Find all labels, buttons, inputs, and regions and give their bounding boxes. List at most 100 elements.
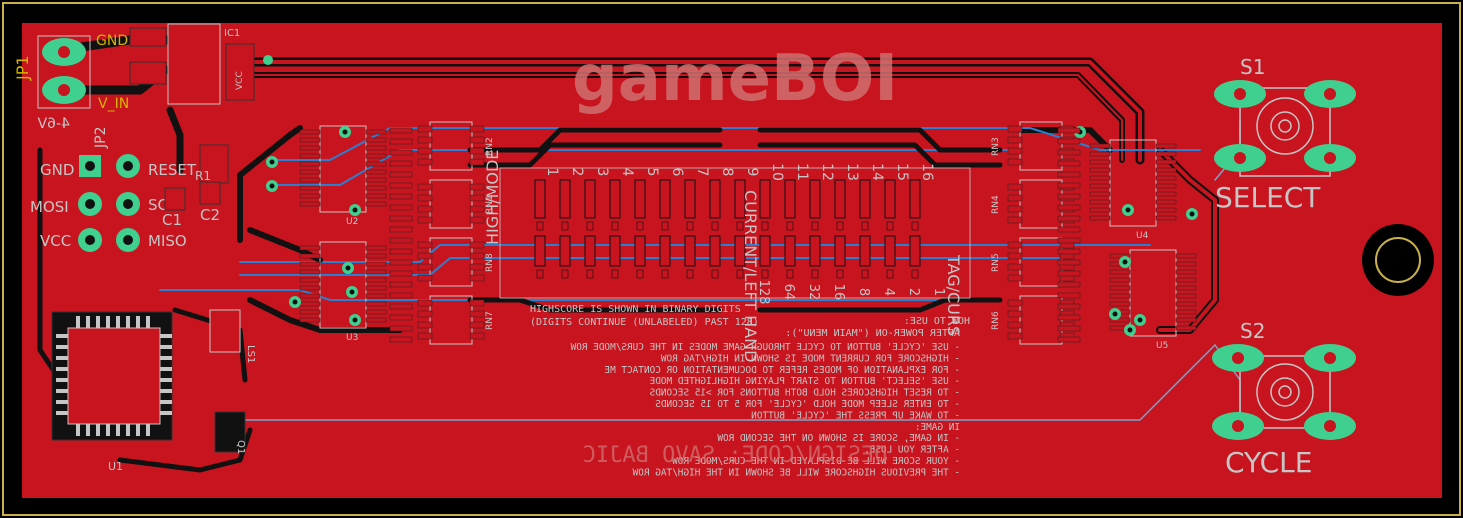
header-pin xyxy=(389,171,413,178)
c1-label: C1 xyxy=(162,211,182,229)
via-hole xyxy=(345,265,351,271)
instruction-line: - USE 'CYCLE' BUTTON TO CYCLE THROUGH GA… xyxy=(570,342,960,353)
header-pin xyxy=(389,226,413,233)
cycle-label: CYCLE xyxy=(1225,446,1312,479)
isp-pad xyxy=(116,192,140,216)
header-pin xyxy=(389,160,413,167)
matrix-bottom-digit: 8 xyxy=(856,288,871,296)
rn-ref-label: RN3 xyxy=(991,137,1001,156)
mcu-pin xyxy=(146,424,150,436)
header-pin xyxy=(1057,204,1081,211)
header-pin xyxy=(1057,259,1081,266)
mcu-pin xyxy=(106,424,110,436)
isp-pad xyxy=(78,192,102,216)
mcu-pin xyxy=(160,356,172,360)
header-pin xyxy=(389,303,413,310)
mounting-hole xyxy=(1362,224,1434,296)
isp-label-vcc: VCC xyxy=(40,232,71,250)
header-pin xyxy=(389,237,413,244)
header-pin xyxy=(1057,182,1081,189)
select-label: SELECT xyxy=(1215,181,1321,214)
via-hole xyxy=(349,289,355,295)
mcu-pin xyxy=(136,424,140,436)
matrix-top-digit: 11 xyxy=(794,163,810,181)
rn-ref-label: RN4 xyxy=(991,195,1001,214)
header-pin xyxy=(1057,292,1081,299)
rn-ref-label: RN8 xyxy=(485,253,495,272)
u1-label: U1 xyxy=(108,460,123,473)
matrix-top-digit: 7 xyxy=(694,168,710,177)
header-pin xyxy=(389,182,413,189)
mcu-pin xyxy=(56,356,68,360)
header-pin xyxy=(1057,336,1081,343)
matrix-bottom-digit: 32 xyxy=(806,284,821,301)
header-pin xyxy=(389,149,413,156)
header-pin xyxy=(389,127,413,134)
header-pin xyxy=(1057,226,1081,233)
via-hole xyxy=(1122,259,1128,265)
header-pin xyxy=(1057,215,1081,222)
header-pin xyxy=(1057,325,1081,332)
matrix-note-2: (DIGITS CONTINUE (UNLABELED) PAST 128) xyxy=(530,317,759,328)
ic1-ref-label: IC1 xyxy=(224,28,240,39)
mcu-pin xyxy=(160,400,172,404)
mcu-pin xyxy=(56,345,68,349)
jp1-pad-2 xyxy=(42,76,86,104)
header-pin xyxy=(389,138,413,145)
mcu-pin xyxy=(116,424,120,436)
matrix-top-digit: 5 xyxy=(644,168,660,177)
header-pin xyxy=(1057,149,1081,156)
header-pin xyxy=(389,325,413,332)
mcu-pin xyxy=(56,389,68,393)
via-hole xyxy=(1125,207,1131,213)
isp-label-miso: MISO xyxy=(148,232,187,250)
matrix-note-3: AFTER POWER-ON ("MAIN MENU"): xyxy=(785,328,960,339)
via-hole xyxy=(1112,311,1118,317)
matrix-top-digit: 9 xyxy=(744,168,760,177)
jp1-pad-1 xyxy=(42,38,86,66)
header-pin xyxy=(389,193,413,200)
via-hole xyxy=(292,299,298,305)
instruction-line: IN GAME: xyxy=(915,422,960,433)
via-hole xyxy=(352,207,358,213)
isp-label-mosi: MOSI xyxy=(30,198,69,216)
mcu-pin xyxy=(160,389,172,393)
matrix-top-digit: 1 xyxy=(544,168,560,177)
driver-ref-label: U2 xyxy=(346,217,358,227)
instruction-line: - HIGHSCORE FOR CURRENT MODE IS SHOWN IN… xyxy=(661,353,960,364)
mcu-pin xyxy=(56,400,68,404)
ls1-label: LS1 xyxy=(245,345,256,363)
credit-label: DESIGN/CODE: SAVO BAJIC xyxy=(583,443,888,468)
mcu-pin xyxy=(126,316,130,328)
ic1-regulator xyxy=(167,23,221,105)
vcc-label: VCC xyxy=(235,71,245,90)
header-pin xyxy=(1057,248,1081,255)
driver-ref-label: U5 xyxy=(1156,341,1168,351)
mcu-pin xyxy=(116,316,120,328)
matrix-top-digit: 16 xyxy=(919,163,935,181)
header-pin xyxy=(1057,237,1081,244)
mcu-pin xyxy=(56,367,68,371)
mcu-pin xyxy=(56,334,68,338)
matrix-top-digit: 6 xyxy=(669,168,685,177)
instruction-line: - TO RESET HIGHSCORES HOLD BOTH BUTTONS … xyxy=(649,388,960,399)
matrix-note-1: HIGHSCORE IS SHOWN IN BINARY DIGITS xyxy=(530,304,741,315)
jp2-ref-label: JP2 xyxy=(93,127,109,149)
header-pin xyxy=(389,336,413,343)
r1-label: R1 xyxy=(195,169,211,183)
mcu-pin xyxy=(160,367,172,371)
matrix-note-4: HOW TO USE: xyxy=(904,316,970,327)
matrix-bottom-digit: 2 xyxy=(906,288,921,296)
matrix-top-digit: 15 xyxy=(894,163,910,181)
vrange-label: 4-6V xyxy=(37,116,70,132)
driver-ref-label: U3 xyxy=(346,333,358,343)
mcu-pin xyxy=(56,378,68,382)
matrix-top-digit: 4 xyxy=(619,168,635,177)
driver-ref-label: U4 xyxy=(1136,231,1149,241)
via-hole xyxy=(342,129,348,135)
header-pin xyxy=(389,215,413,222)
isp-pad xyxy=(78,228,102,252)
rn-ref-label: RN6 xyxy=(991,311,1001,330)
mcu-pin xyxy=(160,378,172,382)
isp-pad xyxy=(79,155,101,177)
